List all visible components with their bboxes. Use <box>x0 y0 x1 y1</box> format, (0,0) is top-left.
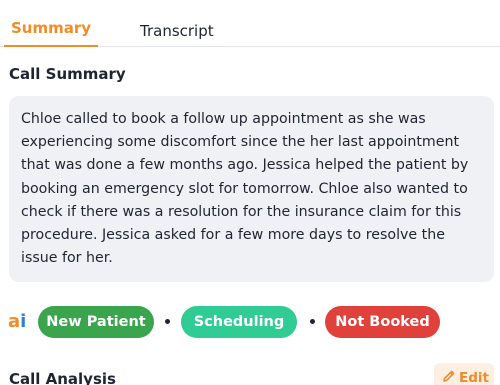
call-summary-heading: Call Summary <box>9 65 126 83</box>
ai-logo-icon: ai <box>8 311 30 333</box>
tag-separator-dot <box>310 319 315 324</box>
tag-scheduling[interactable]: Scheduling <box>181 306 297 338</box>
edit-button-label: Edit <box>459 370 489 385</box>
tab-summary[interactable]: Summary <box>4 19 98 47</box>
tab-transcript[interactable]: Transcript <box>140 22 214 48</box>
pencil-icon <box>443 370 455 382</box>
tag-separator-dot <box>165 319 170 324</box>
tag-new-patient[interactable]: New Patient <box>38 306 154 338</box>
call-details-panel: Summary Transcript Call Summary Chloe ca… <box>0 0 500 385</box>
tab-bar: Summary Transcript <box>0 0 500 47</box>
call-analysis-heading: Call Analysis <box>9 370 116 385</box>
call-summary-text: Chloe called to book a follow up appoint… <box>21 111 469 267</box>
tag-not-booked[interactable]: Not Booked <box>325 306 440 338</box>
call-summary-box: Chloe called to book a follow up appoint… <box>9 96 494 282</box>
ai-logo-letter-a: a <box>8 311 21 332</box>
edit-button[interactable]: Edit <box>434 363 494 385</box>
ai-logo-letter-i: i <box>20 311 27 332</box>
